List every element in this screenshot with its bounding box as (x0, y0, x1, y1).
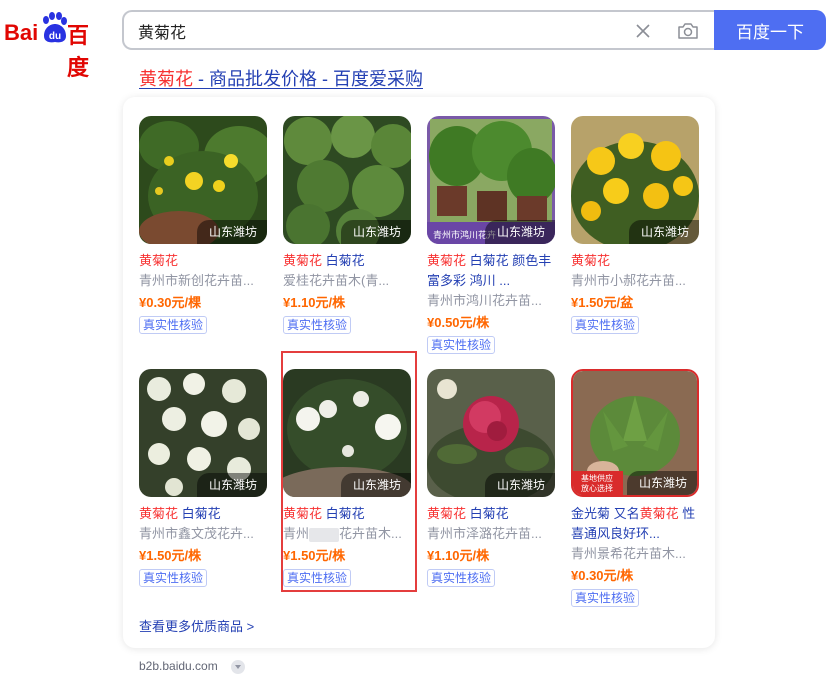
product-name[interactable]: 黄菊花 白菊花 颜色丰富多彩 鸿川 ... (427, 251, 557, 291)
product-price: ¥1.50元/株 (283, 548, 346, 563)
product-item-5[interactable]: 山东潍坊 黄菊花 白菊花 青州市鑫文茂花卉... ¥1.50元/株 真实性核验 (139, 369, 269, 587)
product-item-6[interactable]: 山东潍坊 黄菊花 白菊花 青州 花卉苗木... ¥1.50元/株 真实性核验 (283, 369, 413, 587)
product-seller[interactable]: 青州市鑫文茂花卉... (139, 524, 263, 544)
product-seller[interactable]: 青州市鸿川花卉苗... (427, 291, 551, 311)
product-price: ¥1.50元/株 (139, 548, 202, 563)
search-button[interactable]: 百度一下 (714, 10, 826, 50)
product-name-highlight: 黄菊花 (427, 253, 467, 268)
product-name-rest: 白菊花 (178, 506, 221, 521)
product-name-pre: 金光菊 又名 (571, 506, 640, 521)
location-badge: 山东潍坊 (196, 473, 267, 497)
paw-icon: du (43, 12, 67, 43)
verify-badge[interactable]: 真实性核验 (283, 316, 352, 334)
redacted-blur (309, 527, 340, 542)
logo-du-text: du (49, 31, 61, 42)
product-seller[interactable]: 青州 花卉苗木... (283, 524, 407, 544)
product-price: ¥0.30元/棵 (139, 295, 202, 310)
result-title-rest: - 商品批发价格 - 百度爱采购 (193, 69, 423, 89)
product-name-highlight: 黄菊花 (283, 253, 323, 268)
clear-icon[interactable] (634, 22, 652, 40)
verify-badge[interactable]: 真实性核验 (571, 589, 640, 607)
product-name-highlight: 黄菊花 (427, 506, 467, 521)
product-item-2[interactable]: 山东潍坊 黄菊花 白菊花 爱桂花卉苗木(青... ¥1.10元/株 真实性核验 (283, 116, 413, 334)
dropdown-arrow-icon[interactable] (231, 660, 245, 674)
search-box (122, 10, 716, 50)
result-title-highlight: 黄菊花 (139, 69, 193, 89)
product-price: ¥1.50元/盆 (571, 295, 634, 310)
product-price: ¥1.10元/株 (283, 295, 346, 310)
verify-badge[interactable]: 真实性核验 (283, 569, 352, 587)
location-badge: 山东潍坊 (484, 220, 555, 244)
location-badge: 山东潍坊 (626, 471, 697, 495)
baidu-logo[interactable]: Bai du 百度 (4, 12, 108, 81)
product-name[interactable]: 黄菊花 白菊花 (139, 504, 269, 524)
overlay-line2: 放心选择 (581, 483, 613, 493)
location-badge: 山东潍坊 (484, 473, 555, 497)
product-name-rest: 白菊花 (466, 506, 509, 521)
product-item-7[interactable]: 山东潍坊 黄菊花 白菊花 青州市泽潞花卉苗... ¥1.10元/株 真实性核验 (427, 369, 557, 587)
product-name-rest: 白菊花 (322, 506, 365, 521)
product-name-highlight: 黄菊花 (571, 253, 611, 268)
verify-badge[interactable]: 真实性核验 (427, 569, 496, 587)
product-seller-post: 花卉苗木... (339, 526, 402, 541)
product-name[interactable]: 金光菊 又名黄菊花 性喜通风良好环... (571, 504, 701, 544)
product-seller[interactable]: 爱桂花卉苗木(青... (283, 271, 407, 291)
verify-badge[interactable]: 真实性核验 (139, 316, 208, 334)
product-seller[interactable]: 青州景希花卉苗木... (571, 544, 695, 564)
product-image[interactable]: 山东潍坊 (427, 369, 555, 497)
product-name-highlight: 黄菊花 (139, 506, 179, 521)
product-name-highlight: 黄菊花 (639, 506, 679, 521)
location-badge: 山东潍坊 (628, 220, 699, 244)
product-seller[interactable]: 青州市新创花卉苗... (139, 271, 263, 291)
product-name[interactable]: 黄菊花 (571, 251, 701, 271)
product-item-8[interactable]: 基地供应 放心选择 山东潍坊 金光菊 又名黄菊花 性喜通风良好环... 青州景希… (571, 369, 701, 607)
location-badge: 山东潍坊 (196, 220, 267, 244)
product-image[interactable]: 山东潍坊 (283, 369, 411, 497)
product-name-highlight: 黄菊花 (283, 506, 323, 521)
product-name[interactable]: 黄菊花 白菊花 (427, 504, 557, 524)
verify-badge[interactable]: 真实性核验 (427, 336, 496, 354)
product-item-1[interactable]: 山东潍坊 黄菊花 青州市新创花卉苗... ¥0.30元/棵 真实性核验 (139, 116, 269, 334)
product-image[interactable]: 山东潍坊 (139, 116, 267, 244)
product-name-highlight: 黄菊花 (139, 253, 179, 268)
product-price: ¥1.10元/株 (427, 548, 490, 563)
search-input[interactable] (138, 20, 618, 42)
result-title-link[interactable]: 黄菊花 - 商品批发价格 - 百度爱采购 (139, 65, 423, 91)
verify-badge[interactable]: 真实性核验 (571, 316, 640, 334)
product-image[interactable]: 山东潍坊 (283, 116, 411, 244)
location-badge: 山东潍坊 (340, 220, 411, 244)
product-image[interactable]: 青州市鸿川花卉 山东潍坊 (427, 116, 555, 244)
location-badge: 山东潍坊 (340, 473, 411, 497)
product-name[interactable]: 黄菊花 白菊花 (283, 504, 413, 524)
product-image[interactable]: 山东潍坊 (139, 369, 267, 497)
product-name[interactable]: 黄菊花 (139, 251, 269, 271)
more-products-link[interactable]: 查看更多优质商品 > (139, 616, 254, 635)
product-seller[interactable]: 青州市小郝花卉苗... (571, 271, 695, 291)
camera-icon[interactable] (677, 21, 699, 41)
source-url: b2b.baidu.com (139, 659, 218, 673)
product-item-3[interactable]: 青州市鸿川花卉 山东潍坊 黄菊花 白菊花 颜色丰富多彩 鸿川 ... 青州市鸿川… (427, 116, 557, 354)
logo-text-bai: Bai (4, 20, 39, 45)
product-image[interactable]: 山东潍坊 (571, 116, 699, 244)
verify-badge[interactable]: 真实性核验 (139, 569, 208, 587)
logo-text-cn: 百度 (67, 24, 90, 81)
product-name[interactable]: 黄菊花 白菊花 (283, 251, 413, 271)
product-price: ¥0.30元/株 (571, 568, 634, 583)
product-seller-pre: 青州 (283, 526, 310, 541)
search-bar: 百度一下 (122, 10, 826, 50)
product-item-4[interactable]: 山东潍坊 黄菊花 青州市小郝花卉苗... ¥1.50元/盆 真实性核验 (571, 116, 701, 334)
product-name-rest: 白菊花 (322, 253, 365, 268)
product-price: ¥0.50元/株 (427, 315, 490, 330)
product-image[interactable]: 基地供应 放心选择 山东潍坊 (571, 369, 699, 497)
overlay-line1: 基地供应 (581, 473, 613, 483)
product-seller[interactable]: 青州市泽潞花卉苗... (427, 524, 551, 544)
